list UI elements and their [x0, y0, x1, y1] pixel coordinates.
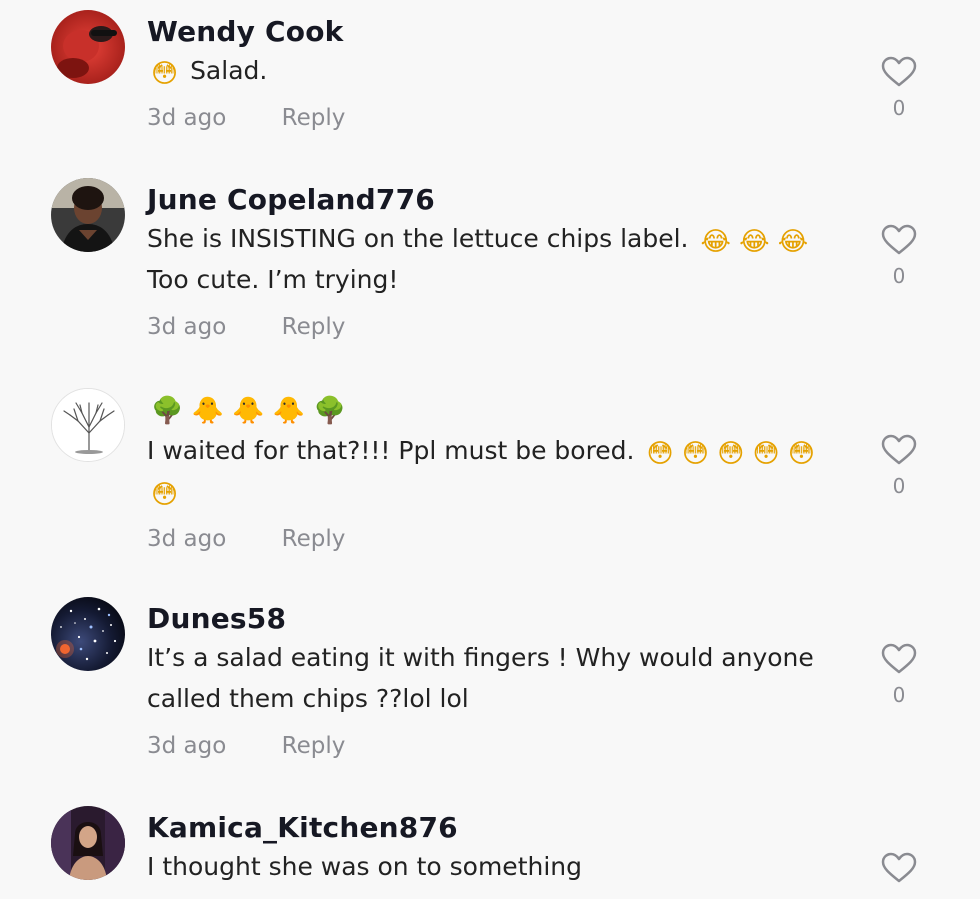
comment-text-content: Salad.: [190, 56, 268, 85]
comment-username[interactable]: Wendy Cook: [147, 14, 847, 50]
comment-text-content: She is INSISTING on the lettuce chips la…: [147, 224, 689, 253]
heart-outline-icon[interactable]: [881, 852, 917, 884]
flushed-emoji: 😳: [151, 480, 179, 510]
comment-date: 3d ago: [147, 526, 227, 552]
comment-body: Wendy Cook 😳 Salad. 3d ago Reply: [147, 14, 847, 133]
like-count: 0: [892, 96, 906, 120]
like-count: 0: [892, 683, 906, 707]
comment-text-content: It’s a salad eating it with fingers ! Wh…: [147, 643, 814, 672]
comment-username[interactable]: June Copeland776: [147, 182, 847, 218]
emoji-username: 🌳 🐥 🐥 🐥 🌳: [151, 396, 346, 426]
like-control: 0: [879, 56, 919, 120]
comment-username[interactable]: 🌳 🐥 🐥 🐥 🌳: [147, 388, 847, 428]
comment-text: It’s a salad eating it with fingers ! Wh…: [147, 637, 847, 719]
comment-body: June Copeland776 She is INSISTING on the…: [147, 182, 847, 342]
reply-button[interactable]: Reply: [282, 524, 346, 554]
comment-text-content: I thought she was on to something: [147, 852, 582, 881]
reply-button[interactable]: Reply: [282, 103, 346, 133]
heart-outline-icon[interactable]: [881, 434, 917, 466]
comment-text: 😳 Salad.: [147, 50, 847, 91]
comment-date: 3d ago: [147, 105, 227, 131]
like-count: 0: [892, 474, 906, 498]
heart-outline-icon[interactable]: [881, 56, 917, 88]
avatar[interactable]: [51, 388, 125, 462]
flushed-emoji: 😳: [151, 59, 179, 89]
heart-outline-icon[interactable]: [881, 224, 917, 256]
comment-date: 3d ago: [147, 314, 227, 340]
reply-button[interactable]: Reply: [282, 312, 346, 342]
comment-username[interactable]: Kamica_Kitchen876: [147, 810, 847, 846]
heart-outline-icon[interactable]: [881, 643, 917, 675]
laughing-emoji: 😂 😂 😂: [700, 227, 809, 257]
comment-meta: 3d ago Reply: [147, 103, 847, 133]
comment-body: Kamica_Kitchen876 I thought she was on t…: [147, 810, 847, 887]
like-control: 0: [879, 643, 919, 707]
like-control: [879, 852, 919, 884]
comment-text-content: I waited for that?!!! Ppl must be bored.: [147, 436, 635, 465]
avatar[interactable]: [51, 178, 125, 252]
like-control: 0: [879, 434, 919, 498]
flushed-emoji: 😳 😳 😳 😳 😳: [646, 439, 816, 469]
comment-meta: 3d ago Reply: [147, 731, 847, 761]
like-count: 0: [892, 264, 906, 288]
comment-username[interactable]: Dunes58: [147, 601, 847, 637]
avatar[interactable]: [51, 597, 125, 671]
comment-meta: 3d ago Reply: [147, 524, 847, 554]
comment-meta: 3d ago Reply: [147, 312, 847, 342]
comment-date: 3d ago: [147, 733, 227, 759]
comment-text: I waited for that?!!! Ppl must be bored.…: [147, 430, 847, 512]
comment-text-content: called them chips ??lol lol: [147, 684, 469, 713]
comment-text: I thought she was on to something: [147, 846, 847, 887]
comment-body: Dunes58 It’s a salad eating it with fing…: [147, 601, 847, 761]
avatar[interactable]: [51, 10, 125, 84]
comment-list: Wendy Cook 😳 Salad. 3d ago Reply 0 June …: [0, 0, 980, 899]
reply-button[interactable]: Reply: [282, 731, 346, 761]
comment-body: 🌳 🐥 🐥 🐥 🌳 I waited for that?!!! Ppl must…: [147, 388, 847, 554]
comment-text: She is INSISTING on the lettuce chips la…: [147, 218, 847, 300]
like-control: 0: [879, 224, 919, 288]
avatar[interactable]: [51, 806, 125, 880]
comment-text-content: Too cute. I’m trying!: [147, 265, 399, 294]
